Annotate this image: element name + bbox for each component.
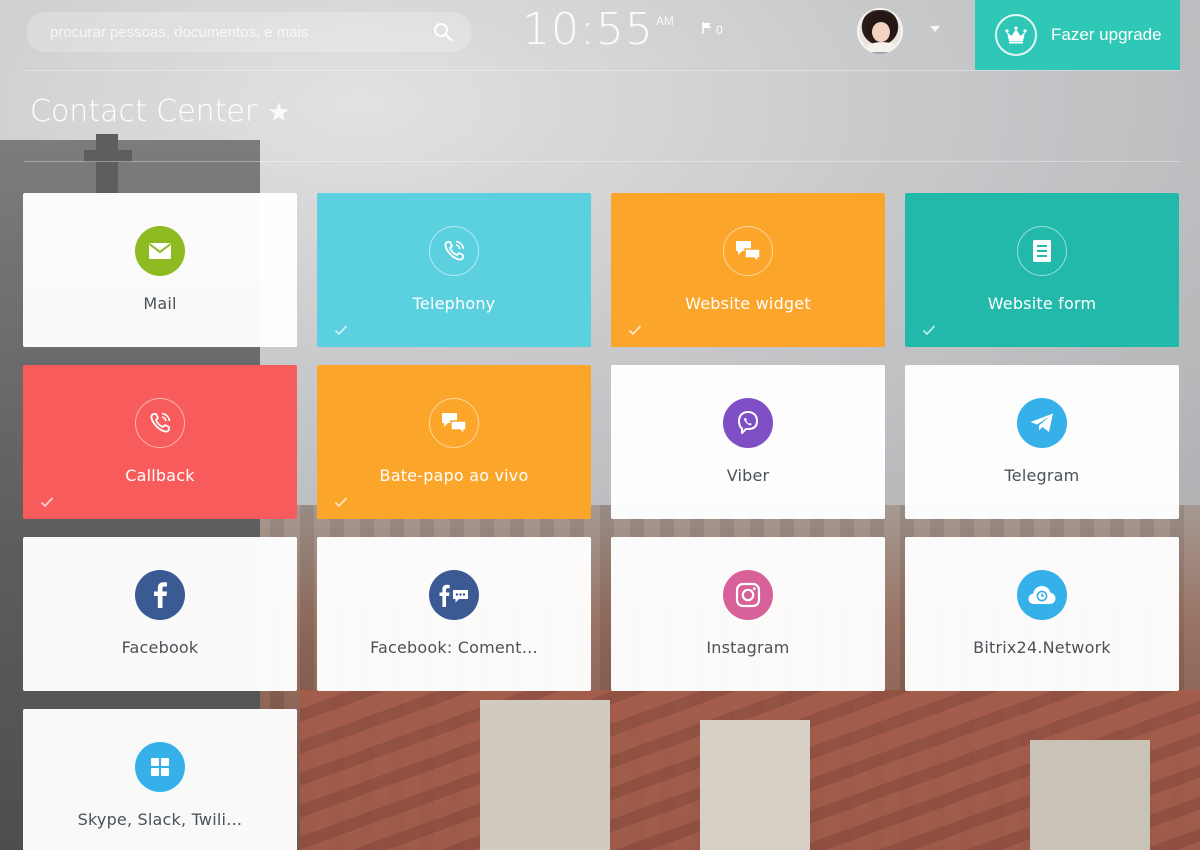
flag-counter[interactable]: 0 <box>702 22 723 37</box>
tile-facebook[interactable]: Facebook <box>23 537 297 691</box>
tile-label: Facebook <box>121 638 199 657</box>
tile-mail[interactable]: Mail <box>23 193 297 347</box>
check-icon <box>922 323 936 337</box>
tile-label: Skype, Slack, Twili… <box>77 810 243 829</box>
chat-bubbles-icon <box>429 398 479 448</box>
instagram-icon <box>723 570 773 620</box>
search-icon[interactable] <box>432 21 454 43</box>
form-icon <box>1017 226 1067 276</box>
tile-website-form[interactable]: Website form <box>905 193 1179 347</box>
clock-ampm: AM <box>655 14 674 28</box>
flag-count: 0 <box>716 22 723 37</box>
tile-instagram[interactable]: Instagram <box>611 537 885 691</box>
facebook-comments-icon <box>429 570 479 620</box>
tile-bitrix24-network[interactable]: Bitrix24.Network <box>905 537 1179 691</box>
upgrade-button[interactable]: Fazer upgrade <box>975 0 1180 70</box>
cloud-icon <box>1017 570 1067 620</box>
header-divider <box>24 70 1180 71</box>
tile-label: Telegram <box>1004 466 1080 485</box>
connector-grid: Mail Telephony Website widget Website fo… <box>23 193 1180 850</box>
chevron-down-icon[interactable] <box>930 26 940 32</box>
tile-label: Telephony <box>412 294 496 313</box>
title-divider <box>24 161 1180 162</box>
page-title-text: Contact Center <box>30 94 258 129</box>
check-icon <box>334 323 348 337</box>
tile-callback[interactable]: Callback <box>23 365 297 519</box>
tile-label: Viber <box>726 466 770 485</box>
viber-icon <box>723 398 773 448</box>
tile-website-widget[interactable]: Website widget <box>611 193 885 347</box>
tile-telegram[interactable]: Telegram <box>905 365 1179 519</box>
upgrade-label: Fazer upgrade <box>1051 25 1162 44</box>
tile-label: Bate-papo ao vivo <box>379 466 529 485</box>
search-bar[interactable] <box>26 12 472 52</box>
tile-label: Facebook: Coment… <box>370 638 538 657</box>
page-title: Contact Center ★ <box>30 94 291 129</box>
tile-label: Website widget <box>685 294 811 313</box>
chat-bubbles-icon <box>723 226 773 276</box>
tile-label: Bitrix24.Network <box>973 638 1111 657</box>
avatar[interactable] <box>857 8 903 54</box>
tile-live-chat[interactable]: Bate-papo ao vivo <box>317 365 591 519</box>
tile-label: Instagram <box>706 638 790 657</box>
telegram-icon <box>1017 398 1067 448</box>
tile-telephony[interactable]: Telephony <box>317 193 591 347</box>
tile-viber[interactable]: Viber <box>611 365 885 519</box>
check-icon <box>334 495 348 509</box>
phone-icon <box>429 226 479 276</box>
tile-label: Callback <box>125 466 195 485</box>
tile-facebook-comments[interactable]: Facebook: Coment… <box>317 537 591 691</box>
mail-icon <box>135 226 185 276</box>
check-icon <box>40 495 54 509</box>
clock-time: 10:55 <box>522 4 654 55</box>
check-icon <box>628 323 642 337</box>
tile-label: Mail <box>143 294 177 313</box>
phone-icon <box>135 398 185 448</box>
tile-other-messengers[interactable]: Skype, Slack, Twili… <box>23 709 297 850</box>
tile-label: Website form <box>987 294 1097 313</box>
facebook-icon <box>135 570 185 620</box>
clock: 10:55 AM <box>522 4 674 56</box>
star-icon[interactable]: ★ <box>267 97 290 127</box>
flag-icon <box>702 22 712 37</box>
crown-icon <box>995 14 1037 56</box>
search-input[interactable] <box>50 23 432 41</box>
grid-apps-icon <box>135 742 185 792</box>
